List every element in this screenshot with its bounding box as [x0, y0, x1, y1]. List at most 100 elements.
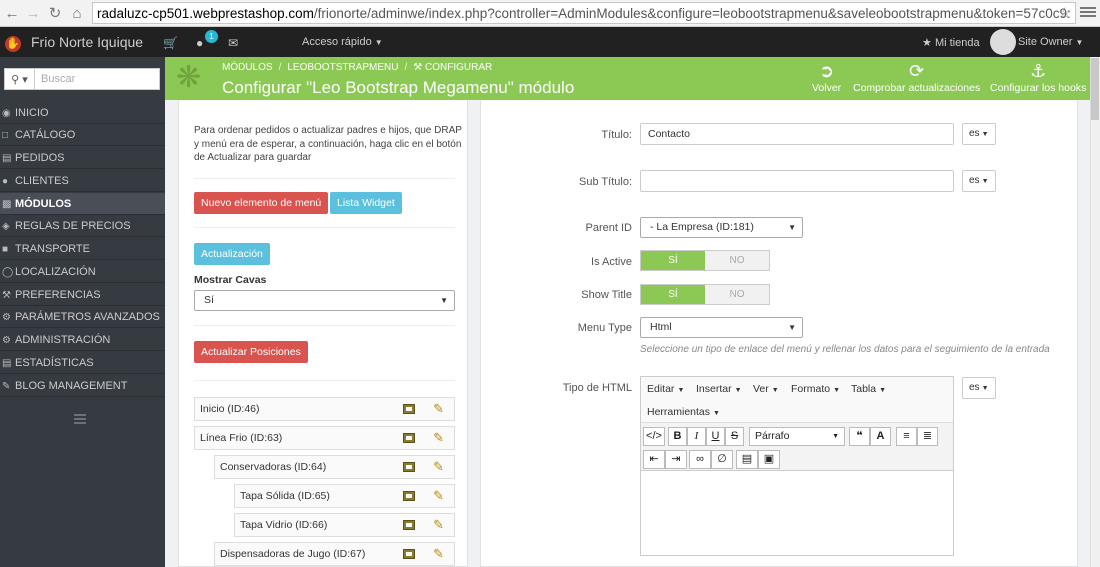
editor-menu-editar[interactable]: Editar ▼ — [647, 383, 684, 395]
toggle-yes[interactable]: SÍ — [641, 251, 705, 270]
tree-item-label: Conservadoras (ID:64) — [220, 461, 327, 473]
sidebar-item-pedidos[interactable]: ▤ PEDIDOS — [0, 147, 165, 169]
source-code-icon[interactable]: </> — [643, 427, 665, 446]
shop-logo-icon[interactable]: ✋ — [5, 36, 21, 52]
subtitle-lang-select[interactable]: es ▼ — [962, 170, 996, 192]
italic-icon[interactable]: I — [687, 427, 706, 446]
folder-icon[interactable] — [403, 433, 416, 443]
unlink-icon[interactable]: ∅ — [711, 450, 733, 469]
sidebar-item-clientes[interactable]: ● CLIENTES — [0, 170, 165, 192]
home-icon[interactable]: ⌂ — [67, 3, 87, 23]
pencil-icon[interactable]: ✎ — [433, 398, 444, 420]
show-cavas-select[interactable]: Sí ▼ — [194, 290, 455, 311]
pencil-icon[interactable]: ✎ — [433, 427, 444, 449]
subtitle-input[interactable] — [640, 170, 954, 192]
sidebar-item-blog-management[interactable]: ✎ BLOG MANAGEMENT — [0, 375, 165, 397]
search-input[interactable] — [35, 73, 155, 85]
sidebar-item-parametros-avanzados[interactable]: ⚙ PARÁMETROS AVANZADOS — [0, 306, 165, 328]
toggle-no[interactable]: NO — [705, 285, 769, 304]
cart-icon[interactable]: 🛒 — [163, 36, 178, 50]
shop-name[interactable]: Frio Norte Iquique — [31, 34, 143, 50]
mail-icon[interactable]: ✉ — [228, 36, 238, 50]
paragraph-format-select[interactable]: Párrafo ▼ — [749, 427, 845, 446]
bold-icon[interactable]: B — [668, 427, 687, 446]
tree-item[interactable]: Tapa Sólida (ID:65) ✎ — [234, 484, 455, 508]
text-color-icon[interactable]: A — [870, 427, 891, 446]
title-lang-select[interactable]: es ▼ — [962, 123, 996, 145]
scrollbar-thumb[interactable] — [1091, 58, 1099, 120]
folder-icon[interactable] — [403, 549, 416, 559]
sidebar-item-transporte[interactable]: ■ TRANSPORTE — [0, 238, 165, 260]
update-positions-button[interactable]: Actualizar Posiciones — [194, 341, 308, 363]
folder-icon[interactable] — [403, 520, 416, 530]
user-icon[interactable]: ● — [196, 36, 203, 50]
new-menu-item-button[interactable]: Nuevo elemento de menú — [194, 192, 329, 214]
page-scrollbar[interactable] — [1090, 57, 1100, 567]
tree-item[interactable]: Línea Frio (ID:63) ✎ — [194, 426, 455, 450]
address-bar[interactable]: radaluzc-cp501.webprestashop.com/frionor… — [92, 2, 1076, 24]
sidebar-item-modulos[interactable]: ▩ MÓDULOS — [0, 193, 165, 215]
breadcrumb-module[interactable]: LEOBOOTSTRAPMENU — [287, 62, 398, 73]
sidebar-item-localizacion[interactable]: ◯ LOCALIZACIÓN — [0, 261, 165, 283]
my-store-link[interactable]: ★ Mi tienda — [922, 36, 980, 49]
back-button[interactable]: ➲ Volver — [812, 60, 841, 94]
toggle-yes[interactable]: SÍ — [641, 285, 705, 304]
strikethrough-icon[interactable]: S — [725, 427, 744, 446]
folder-icon[interactable] — [403, 462, 416, 472]
sidebar-item-reglas-de-precios[interactable]: ◈ REGLAS DE PRECIOS — [0, 215, 165, 237]
menu-type-select[interactable]: Html ▼ — [640, 317, 803, 338]
html-lang-select[interactable]: es ▼ — [962, 377, 996, 399]
editor-menu-ver[interactable]: Ver ▼ — [753, 383, 779, 395]
tree-item[interactable]: Inicio (ID:46) ✎ — [194, 397, 455, 421]
owner-menu[interactable]: Site Owner ▼ — [1018, 36, 1083, 48]
check-updates-button[interactable]: ⟳ Comprobar actualizaciones — [853, 60, 980, 94]
breadcrumb-modulos[interactable]: MÓDULOS — [222, 62, 273, 73]
image-icon[interactable]: ▣ — [758, 450, 780, 469]
sidebar-item-administracion[interactable]: ⚙ ADMINISTRACIÓN — [0, 329, 165, 351]
editor-menu-herramientas[interactable]: Herramientas ▼ — [647, 406, 720, 418]
pencil-icon[interactable]: ✎ — [433, 543, 444, 565]
parent-id-select[interactable]: - La Empresa (ID:181) ▼ — [640, 217, 803, 238]
is-active-toggle[interactable]: SÍ NO — [640, 250, 770, 271]
caret-down-icon: ▼ — [1075, 38, 1084, 47]
media-icon[interactable]: ▤ — [736, 450, 758, 469]
sidebar-collapse-icon[interactable] — [74, 414, 86, 424]
editor-menu-insertar[interactable]: Insertar ▼ — [696, 383, 742, 395]
outdent-icon[interactable]: ⇤ — [643, 450, 665, 469]
back-arrow-icon[interactable]: ← — [2, 3, 22, 23]
folder-icon[interactable] — [403, 404, 416, 414]
editor-menu-formato[interactable]: Formato ▼ — [791, 383, 840, 395]
bookmark-star-icon[interactable]: ☆ — [1058, 4, 1071, 22]
blockquote-icon[interactable]: ❝ — [849, 427, 870, 446]
widget-list-button[interactable]: Lista Widget — [330, 192, 402, 214]
browser-menu-icon[interactable] — [1080, 5, 1096, 21]
reload-icon[interactable]: ↻ — [45, 3, 65, 23]
tree-item[interactable]: Dispensadoras de Jugo (ID:67) ✎ — [214, 542, 455, 566]
update-button[interactable]: Actualización — [194, 243, 270, 265]
avatar[interactable] — [990, 29, 1016, 55]
tree-item[interactable]: Conservadoras (ID:64) ✎ — [214, 455, 455, 479]
sidebar-item-estadisticas[interactable]: ▤ ESTADÍSTICAS — [0, 352, 165, 374]
editor-menu-tabla[interactable]: Tabla ▼ — [851, 383, 886, 395]
folder-icon[interactable] — [403, 491, 416, 501]
underline-icon[interactable]: U — [706, 427, 725, 446]
tree-item[interactable]: Tapa Vidrio (ID:66) ✎ — [234, 513, 455, 537]
sidebar-item-inicio[interactable]: ◉ INICIO — [0, 102, 165, 124]
title-input[interactable]: Contacto — [640, 123, 954, 145]
indent-icon[interactable]: ⇥ — [665, 450, 687, 469]
pencil-icon[interactable]: ✎ — [433, 485, 444, 507]
bullet-list-icon[interactable]: ≡ — [896, 427, 917, 446]
hooks-button[interactable]: ⚓ Configurar los hooks — [990, 60, 1086, 94]
pencil-icon[interactable]: ✎ — [433, 514, 444, 536]
numbered-list-icon[interactable]: ≣ — [917, 427, 938, 446]
search-icon[interactable]: ⚲ ▾ — [5, 69, 35, 89]
show-title-toggle[interactable]: SÍ NO — [640, 284, 770, 305]
toggle-no[interactable]: NO — [705, 251, 769, 270]
sidebar-item-catalogo[interactable]: □ CATÁLOGO — [0, 124, 165, 146]
sidebar-item-preferencias[interactable]: ⚒ PREFERENCIAS — [0, 284, 165, 306]
link-icon[interactable]: ∞ — [689, 450, 711, 469]
forward-arrow-icon[interactable]: → — [23, 3, 43, 23]
page-title: Configurar "Leo Bootstrap Megamenu" módu… — [222, 78, 575, 97]
pencil-icon[interactable]: ✎ — [433, 456, 444, 478]
quick-access-menu[interactable]: Acceso rápido ▼ — [302, 36, 383, 48]
